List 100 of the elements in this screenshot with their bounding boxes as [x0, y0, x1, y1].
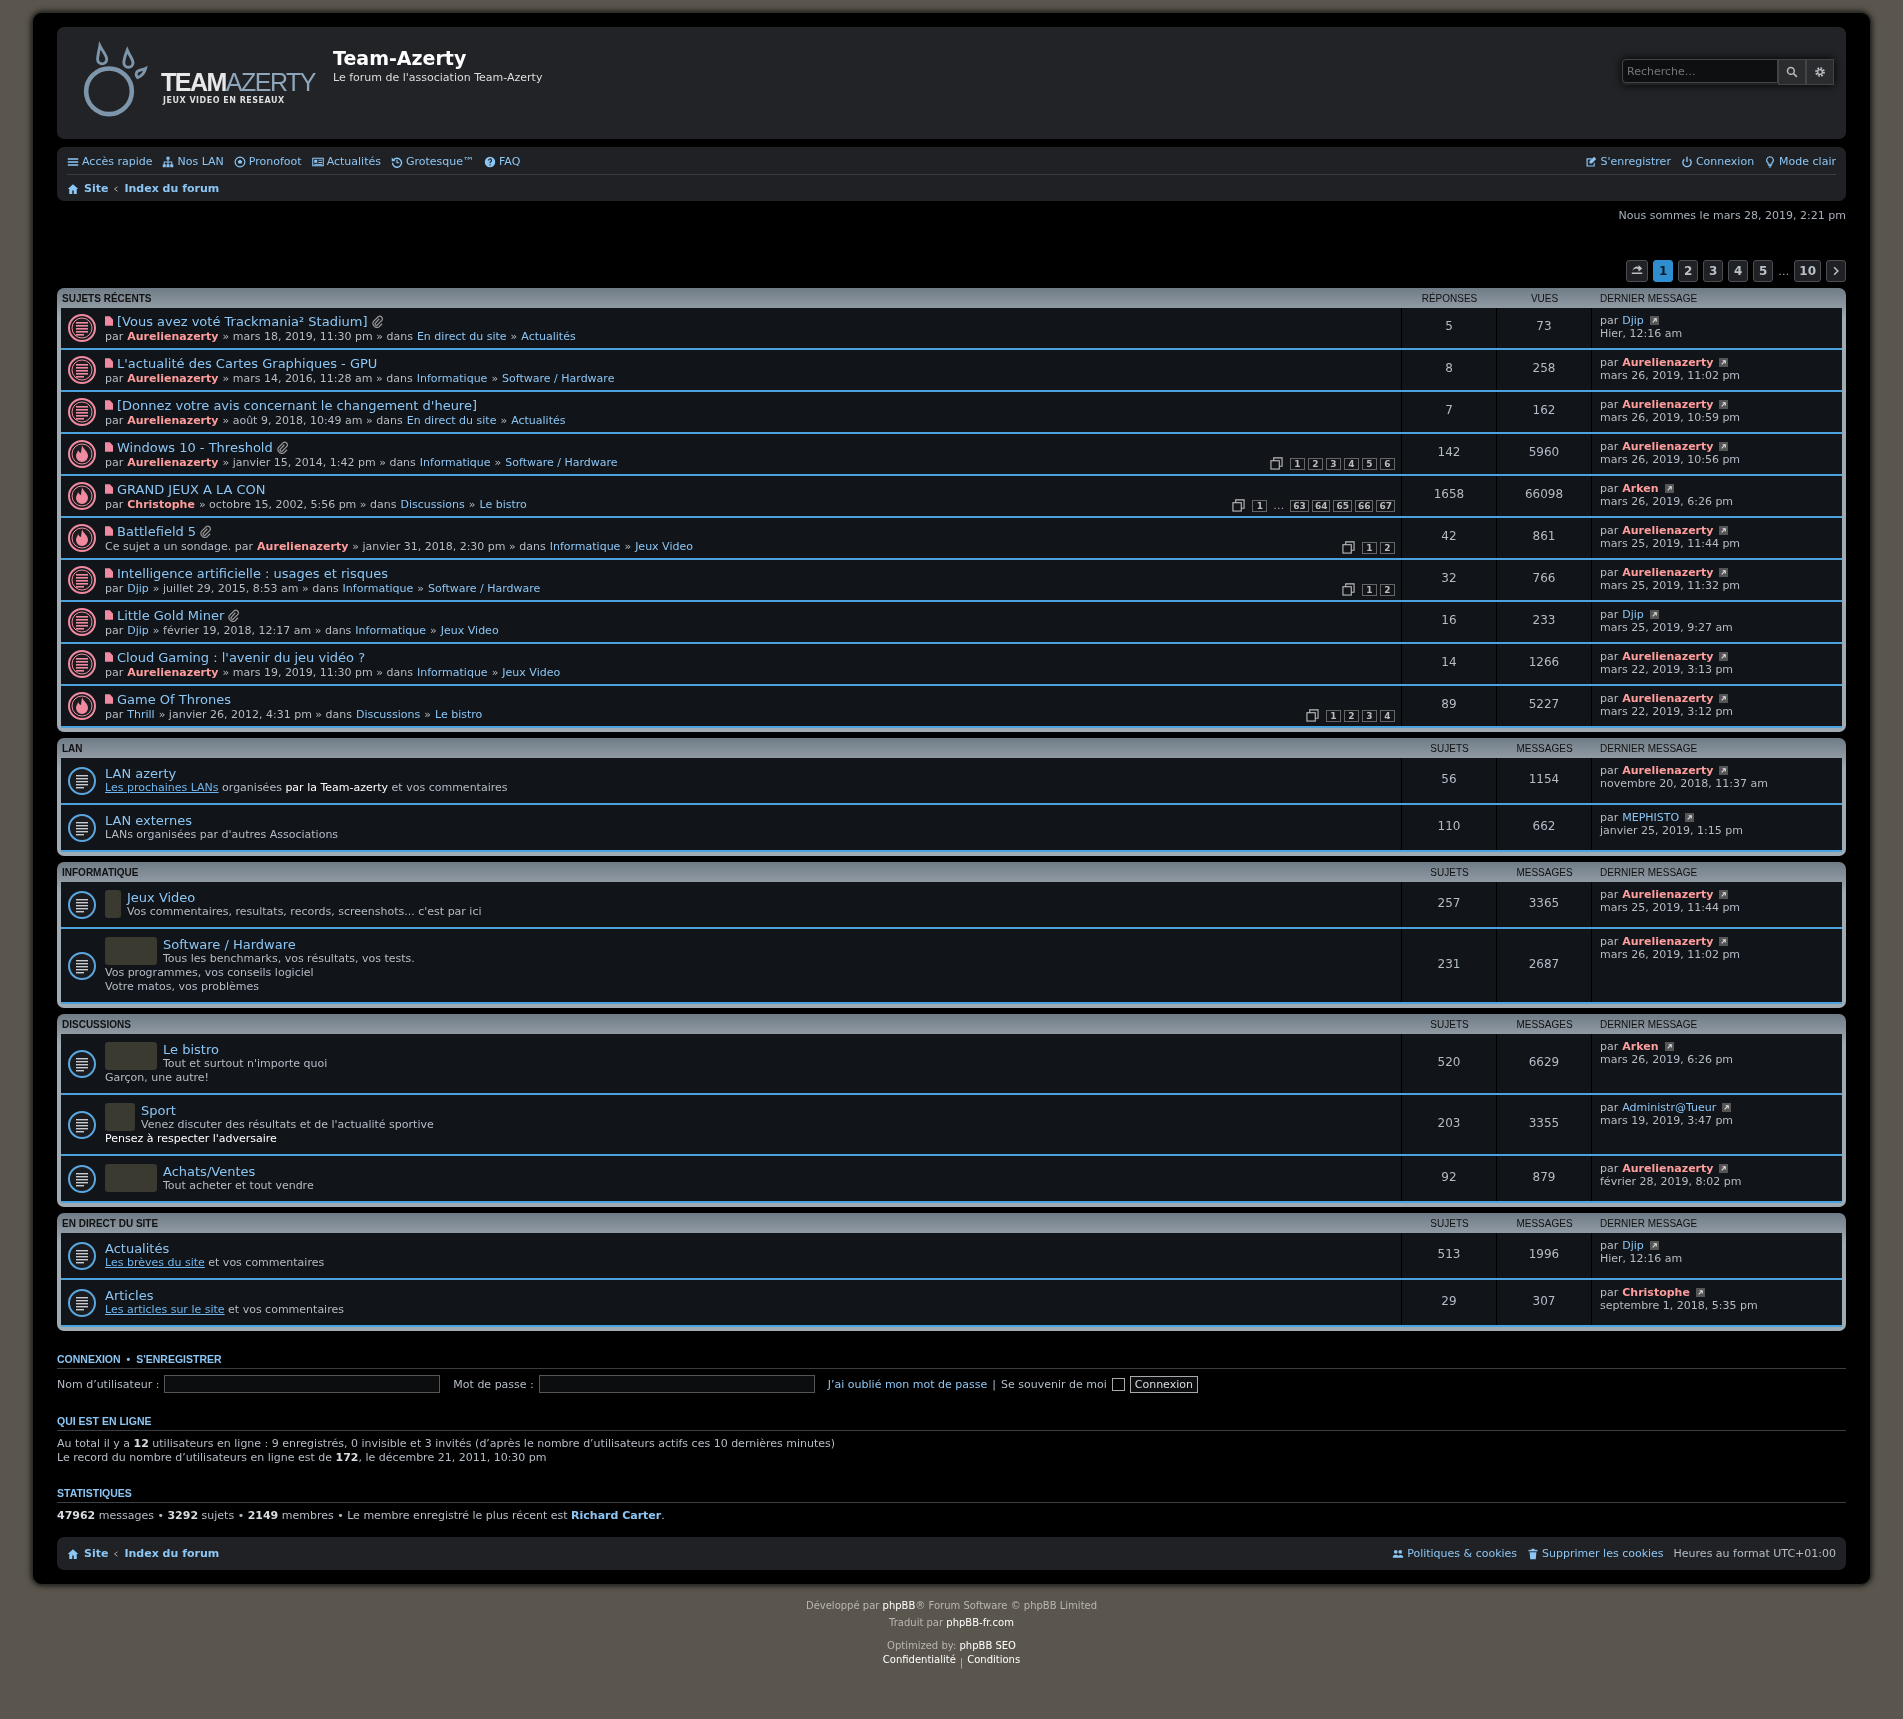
- footer-link[interactable]: Politiques & cookies: [1392, 1547, 1518, 1560]
- author-link[interactable]: Aurelienazerty: [1622, 764, 1714, 777]
- nav-link[interactable]: S'enregistrer: [1585, 155, 1671, 168]
- page-link[interactable]: 4: [1380, 709, 1395, 722]
- page-link[interactable]: 2: [1380, 583, 1395, 596]
- credits-link[interactable]: phpBB-fr.com: [946, 1617, 1014, 1628]
- nav-link[interactable]: FAQ: [484, 155, 521, 168]
- password-field[interactable]: [538, 1375, 815, 1393]
- forum-link[interactable]: Software / Hardware: [502, 371, 615, 385]
- author-link[interactable]: Aurelienazerty: [1622, 888, 1714, 901]
- page-link[interactable]: 1: [1290, 457, 1305, 470]
- search-button[interactable]: [1778, 59, 1806, 85]
- privacy-link[interactable]: Confidentialité: [882, 1654, 956, 1671]
- go-to-post-icon[interactable]: [1722, 1103, 1732, 1112]
- breadcrumb-link[interactable]: Index du forum: [124, 1547, 220, 1560]
- author-link[interactable]: Djip: [1622, 608, 1644, 621]
- author-link[interactable]: Aurelienazerty: [127, 665, 219, 679]
- forum-link[interactable]: En direct du site: [416, 329, 507, 343]
- footer-link[interactable]: Supprimer les cookies: [1527, 1547, 1664, 1560]
- topic-title[interactable]: Little Gold Miner: [117, 607, 225, 623]
- page-link[interactable]: 66: [1354, 499, 1374, 512]
- register-link[interactable]: S'ENREGISTRER: [136, 1353, 222, 1365]
- page-button[interactable]: 10: [1794, 260, 1821, 282]
- page-link[interactable]: 6: [1380, 457, 1395, 470]
- forum-link[interactable]: Jeux Video: [635, 539, 693, 553]
- username-field[interactable]: [164, 1375, 441, 1393]
- terms-link[interactable]: Conditions: [967, 1654, 1021, 1671]
- author-link[interactable]: Aurelienazerty: [1622, 440, 1714, 453]
- go-to-post-icon[interactable]: [1664, 1042, 1674, 1051]
- nav-link[interactable]: Nos LAN: [162, 155, 224, 168]
- forum-title[interactable]: LAN azerty: [105, 766, 1395, 781]
- nav-link[interactable]: Accès rapide: [67, 155, 153, 168]
- author-link[interactable]: Djip: [1622, 1239, 1644, 1252]
- author-link[interactable]: Aurelienazerty: [1622, 356, 1714, 369]
- author-link[interactable]: Aurelienazerty: [1622, 524, 1714, 537]
- go-to-post-icon[interactable]: [1719, 358, 1729, 367]
- forum-title[interactable]: Actualités: [105, 1241, 1395, 1256]
- category-title[interactable]: INFORMATIQUE: [61, 866, 1402, 878]
- author-link[interactable]: Djip: [127, 581, 149, 595]
- topic-title[interactable]: [Vous avez voté Trackmania² Stadium]: [117, 313, 368, 329]
- page-button[interactable]: 4: [1728, 260, 1749, 282]
- forum-link[interactable]: Discussions: [400, 497, 465, 511]
- description-link[interactable]: Les articles sur le site: [105, 1303, 225, 1316]
- forum-link[interactable]: Actualités: [511, 413, 566, 427]
- go-to-post-icon[interactable]: [1649, 1241, 1659, 1250]
- forum-link[interactable]: En direct du site: [406, 413, 497, 427]
- next-page-button[interactable]: [1826, 260, 1846, 282]
- page-button[interactable]: 3: [1703, 260, 1724, 282]
- remember-checkbox[interactable]: [1111, 1377, 1125, 1391]
- description-link[interactable]: Les prochaines LANs: [105, 781, 219, 794]
- page-button[interactable]: 2: [1678, 260, 1699, 282]
- topic-title[interactable]: GRAND JEUX A LA CON: [117, 481, 266, 497]
- page-link[interactable]: 65: [1333, 499, 1352, 512]
- go-to-post-icon[interactable]: [1719, 694, 1729, 703]
- page-link[interactable]: 2: [1308, 457, 1323, 470]
- forum-link[interactable]: Informatique: [416, 665, 488, 679]
- forum-link[interactable]: Le bistro: [479, 497, 527, 511]
- forum-link[interactable]: Informatique: [355, 623, 427, 637]
- author-link[interactable]: Christophe: [127, 497, 195, 511]
- category-title[interactable]: EN DIRECT DU SITE: [61, 1217, 1402, 1229]
- go-to-post-icon[interactable]: [1719, 1164, 1729, 1173]
- search-field[interactable]: Recherche…: [1622, 59, 1778, 83]
- page-link[interactable]: 1: [1252, 499, 1268, 512]
- site-title[interactable]: Team-Azerty: [333, 47, 543, 69]
- go-to-post-icon[interactable]: [1719, 766, 1729, 775]
- author-link[interactable]: Aurelienazerty: [257, 539, 349, 553]
- go-to-post-icon[interactable]: [1719, 568, 1729, 577]
- page-link[interactable]: 1: [1326, 709, 1341, 722]
- author-link[interactable]: Aurelienazerty: [1622, 1162, 1714, 1175]
- topic-title[interactable]: Intelligence artificielle : usages et risques: [117, 565, 388, 581]
- author-link[interactable]: Aurelienazerty: [127, 413, 219, 427]
- go-to-post-icon[interactable]: [1719, 526, 1729, 535]
- nav-link[interactable]: Mode clair: [1764, 155, 1836, 168]
- category-title[interactable]: LAN: [61, 742, 1402, 754]
- forum-link[interactable]: Actualités: [521, 329, 576, 343]
- go-to-post-icon[interactable]: [1695, 1288, 1705, 1297]
- page-link[interactable]: 67: [1376, 499, 1395, 512]
- author-link[interactable]: Arken: [1622, 482, 1659, 495]
- page-button[interactable]: 5: [1753, 260, 1774, 282]
- author-link[interactable]: Aurelienazerty: [1622, 692, 1714, 705]
- breadcrumb-link[interactable]: Site: [84, 182, 109, 195]
- nav-link[interactable]: Pronofoot: [233, 155, 302, 168]
- go-to-post-icon[interactable]: [1719, 652, 1729, 661]
- page-link[interactable]: 4: [1344, 457, 1359, 470]
- login-link[interactable]: CONNEXION: [57, 1353, 121, 1365]
- forum-link[interactable]: Informatique: [342, 581, 414, 595]
- forum-title[interactable]: Le bistro: [105, 1042, 1395, 1057]
- forgot-password-link[interactable]: J’ai oublié mon mot de passe: [827, 1377, 988, 1391]
- author-link[interactable]: Aurelienazerty: [127, 455, 219, 469]
- forum-link[interactable]: Informatique: [549, 539, 621, 553]
- page-link[interactable]: 3: [1326, 457, 1341, 470]
- topic-title[interactable]: L'actualité des Cartes Graphiques - GPU: [117, 355, 378, 371]
- forum-link[interactable]: Software / Hardware: [505, 455, 618, 469]
- breadcrumb-link[interactable]: Index du forum: [124, 182, 220, 195]
- nav-link[interactable]: Actualités: [311, 155, 381, 168]
- forum-link[interactable]: Le bistro: [435, 707, 483, 721]
- author-link[interactable]: Christophe: [1622, 1286, 1690, 1299]
- page-link[interactable]: 2: [1380, 541, 1395, 554]
- topic-title[interactable]: Game Of Thrones: [117, 691, 231, 707]
- forum-link[interactable]: Informatique: [416, 371, 488, 385]
